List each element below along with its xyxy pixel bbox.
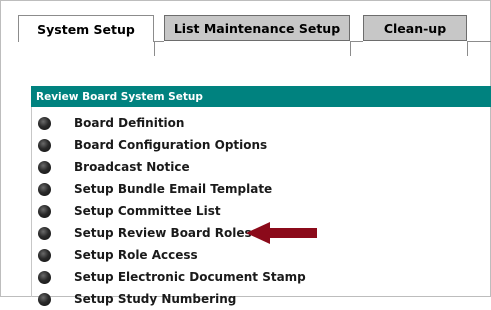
menu-item-broadcast-notice[interactable]: Broadcast Notice: [32, 156, 491, 178]
tab-list-maintenance-setup[interactable]: List Maintenance Setup: [164, 15, 350, 41]
tab-divider: [350, 41, 351, 56]
tab-baseline: [154, 41, 164, 42]
bullet-icon: [38, 182, 51, 196]
menu-item-label[interactable]: Setup Review Board Roles: [74, 226, 252, 240]
tab-divider: [467, 41, 468, 56]
tab-clean-up[interactable]: Clean-up: [363, 15, 467, 41]
menu-item-label[interactable]: Broadcast Notice: [74, 160, 190, 174]
menu-item-label[interactable]: Setup Committee List: [74, 204, 221, 218]
menu-item-board-configuration-options[interactable]: Board Configuration Options: [32, 134, 491, 156]
menu-item-setup-role-access[interactable]: Setup Role Access: [32, 244, 491, 266]
menu-item-label[interactable]: Setup Role Access: [74, 248, 198, 262]
menu-item-setup-study-numbering[interactable]: Setup Study Numbering: [32, 288, 491, 310]
tab-baseline: [350, 41, 363, 42]
menu-item-setup-bundle-email-template[interactable]: Setup Bundle Email Template: [32, 178, 491, 200]
panel-title: Review Board System Setup: [31, 86, 491, 107]
bullet-icon: [38, 270, 51, 284]
bullet-icon: [38, 138, 51, 152]
arrow-left-icon: [246, 222, 317, 244]
tab-baseline: [467, 41, 491, 42]
menu-item-label[interactable]: Setup Study Numbering: [74, 292, 236, 306]
bullet-icon: [38, 248, 51, 262]
tab-system-setup[interactable]: System Setup: [18, 15, 154, 42]
tab-divider: [154, 41, 155, 56]
menu-item-setup-committee-list[interactable]: Setup Committee List: [32, 200, 491, 222]
menu-item-setup-electronic-document-stamp[interactable]: Setup Electronic Document Stamp: [32, 266, 491, 288]
tab-bar: System Setup List Maintenance Setup Clea…: [18, 15, 491, 56]
menu-item-board-definition[interactable]: Board Definition: [32, 112, 491, 134]
bullet-icon: [38, 160, 51, 174]
bullet-icon: [38, 292, 51, 306]
bullet-icon: [38, 204, 51, 218]
menu-item-label[interactable]: Setup Bundle Email Template: [74, 182, 272, 196]
menu-item-label[interactable]: Setup Electronic Document Stamp: [74, 270, 306, 284]
menu-item-label[interactable]: Board Configuration Options: [74, 138, 267, 152]
menu-item-label[interactable]: Board Definition: [74, 116, 184, 130]
bullet-icon: [38, 226, 51, 240]
bullet-icon: [38, 116, 51, 130]
setup-menu: Board Definition Board Configuration Opt…: [32, 112, 491, 310]
